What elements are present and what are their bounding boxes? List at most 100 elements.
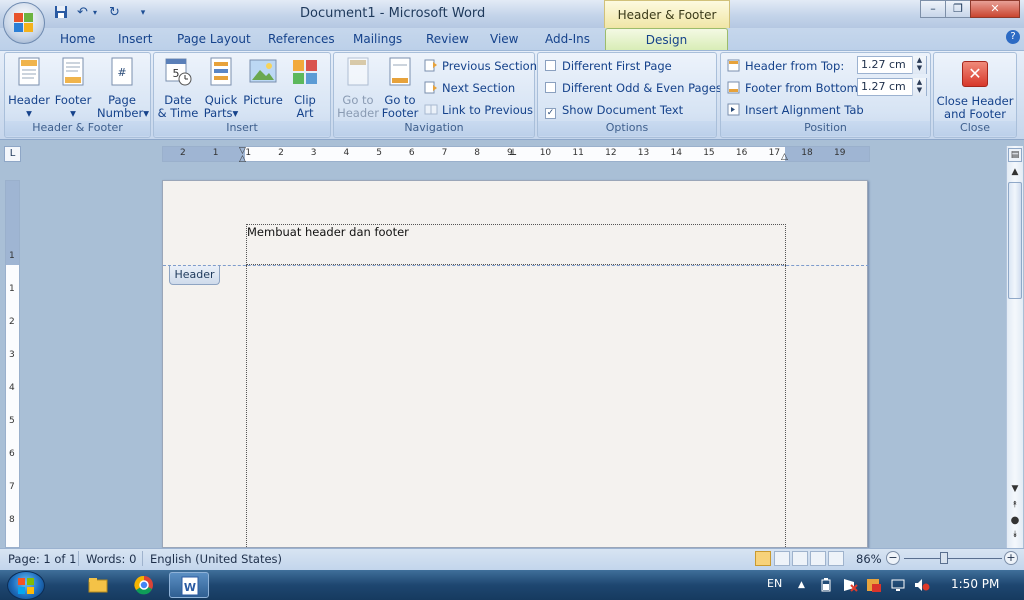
tab-page-layout[interactable]: Page Layout [177, 32, 251, 46]
vertical-ruler-tick-label: 6 [9, 449, 15, 459]
scroll-up-icon[interactable]: ▲ [1008, 166, 1022, 180]
tab-mailings[interactable]: Mailings [353, 32, 402, 46]
link-icon [424, 104, 438, 115]
input-language[interactable]: EN [767, 577, 782, 590]
clock[interactable]: 1:50 PM [951, 577, 999, 591]
save-icon[interactable] [52, 5, 69, 21]
customize-qat-icon[interactable]: ▾ [138, 5, 148, 21]
document-page[interactable]: Membuat header dan footer Header [162, 180, 869, 549]
spin-up-icon[interactable]: ▲ [913, 78, 926, 86]
ruler-tick-label: 6 [408, 148, 415, 158]
volume-muted-icon[interactable] [914, 578, 930, 595]
status-divider [142, 551, 143, 566]
link-to-previous-button[interactable]: Link to Previous [424, 103, 533, 117]
horizontal-ruler[interactable]: 2 1 1 2 3 4 5 6 7 8 9 10 11 12 13 14 15 16 17 18 19 ▽ △ △ ┴ [162, 146, 870, 164]
svg-text:5: 5 [173, 67, 180, 80]
scroll-down-icon[interactable]: ▼ [1008, 484, 1022, 496]
ruler-tick-label: 2 [180, 148, 186, 158]
header-button[interactable]: Header ▾ [7, 57, 51, 120]
zoom-slider-track[interactable] [904, 558, 1002, 559]
ruler-tick-label: 16 [735, 148, 748, 158]
quick-parts-button[interactable]: Quick Parts▾ [200, 57, 242, 120]
picture-button[interactable]: Picture [242, 57, 284, 107]
right-indent-icon[interactable]: △ [781, 152, 788, 162]
undo-icon[interactable]: ↶ [74, 5, 91, 21]
insert-alignment-tab-button[interactable]: Insert Alignment Tab [727, 103, 864, 117]
spin-up-icon[interactable]: ▲ [913, 56, 926, 64]
ruler-tick-label: 2 [278, 148, 284, 158]
next-page-icon[interactable]: ⯯ [1008, 530, 1022, 542]
close-header-footer-button[interactable]: ✕ Close Header and Footer [936, 61, 1014, 121]
tab-add-ins[interactable]: Add-Ins [545, 32, 590, 46]
next-section-button[interactable]: Next Section [424, 81, 515, 95]
show-document-text-checkbox[interactable]: ✓ Show Document Text [545, 103, 683, 119]
file-explorer-icon[interactable] [78, 572, 118, 598]
hanging-indent-icon[interactable]: △ [239, 154, 246, 164]
header-from-top-spinner[interactable]: ▲ ▼ [912, 56, 926, 74]
different-odd-even-checkbox[interactable]: Different Odd & Even Pages [545, 81, 722, 95]
clip-art-button[interactable]: Clip Art [284, 57, 326, 120]
spin-down-icon[interactable]: ▼ [913, 64, 926, 72]
full-screen-reading-button[interactable] [774, 551, 790, 566]
web-layout-button[interactable] [792, 551, 808, 566]
draft-view-button[interactable] [828, 551, 844, 566]
tab-references[interactable]: References [268, 32, 335, 46]
minimize-button[interactable]: – [920, 0, 946, 18]
go-to-footer-button[interactable]: Go to Footer [378, 57, 422, 120]
previous-section-button[interactable]: Previous Section [424, 59, 537, 73]
tab-home[interactable]: Home [60, 32, 95, 46]
action-center-icon[interactable] [842, 578, 858, 595]
view-ruler-icon[interactable]: ▤ [1008, 148, 1022, 162]
word-taskbar-icon[interactable]: W [169, 572, 209, 598]
page-number-button[interactable]: # Page Number▾ [97, 57, 149, 120]
zoom-in-button[interactable]: + [1004, 551, 1018, 565]
word-count[interactable]: Words: 0 [86, 552, 136, 566]
zoom-slider-thumb[interactable] [940, 552, 948, 564]
status-divider [78, 551, 79, 566]
print-layout-view-button[interactable] [755, 551, 771, 566]
tab-design[interactable]: Design [605, 28, 728, 51]
checkbox-unchecked [545, 82, 556, 93]
vertical-ruler[interactable]: 1123456789 [5, 180, 20, 558]
battery-icon[interactable] [820, 578, 832, 595]
center-tab-icon[interactable]: ┴ [510, 150, 516, 161]
page-count[interactable]: Page: 1 of 1 [8, 552, 76, 566]
ruler-tick-label: 3 [310, 148, 317, 158]
tab-insert[interactable]: Insert [118, 32, 152, 46]
redo-icon[interactable]: ↻ [106, 5, 123, 21]
outline-view-button[interactable] [810, 551, 826, 566]
language-indicator[interactable]: English (United States) [150, 552, 282, 566]
body-area[interactable] [246, 265, 786, 549]
zoom-level[interactable]: 86% [856, 552, 882, 566]
header-text[interactable]: Membuat header dan footer [247, 225, 409, 239]
clip-art-label-2: Art [296, 106, 314, 120]
previous-page-icon[interactable]: ⯭ [1008, 500, 1022, 512]
different-first-page-checkbox[interactable]: Different First Page [545, 59, 672, 73]
zoom-out-button[interactable]: − [886, 551, 900, 565]
footer-position-icon [727, 81, 740, 94]
date-time-button[interactable]: 5 Date & Time [156, 57, 200, 120]
link-to-previous-label: Link to Previous [442, 103, 534, 117]
tab-selector[interactable]: L [4, 146, 21, 162]
tab-review[interactable]: Review [426, 32, 469, 46]
footer-button[interactable]: Footer ▾ [51, 57, 95, 120]
footer-from-bottom-spinner[interactable]: ▲ ▼ [912, 78, 926, 96]
close-window-button[interactable]: ✕ [970, 0, 1020, 18]
restore-button[interactable]: ❐ [945, 0, 971, 18]
tab-view[interactable]: View [490, 32, 518, 46]
spin-down-icon[interactable]: ▼ [913, 86, 926, 94]
show-hidden-icons-icon[interactable]: ▲ [798, 580, 805, 590]
go-to-header-label-2: Header [337, 106, 379, 120]
calendar-clock-icon: 5 [165, 58, 192, 86]
start-button[interactable] [7, 571, 45, 600]
vertical-ruler-tick-label: 3 [9, 350, 15, 360]
chrome-icon[interactable] [124, 572, 164, 598]
scroll-thumb[interactable] [1008, 182, 1022, 299]
help-icon[interactable]: ? [1006, 30, 1020, 44]
network-icon[interactable] [890, 578, 906, 595]
undo-dropdown-icon[interactable]: ▾ [91, 5, 99, 21]
go-to-header-button[interactable]: Go to Header [336, 57, 380, 120]
select-browse-object-icon[interactable]: ● [1008, 515, 1022, 527]
app-tray-icon[interactable] [866, 578, 882, 595]
office-button[interactable] [3, 2, 45, 44]
